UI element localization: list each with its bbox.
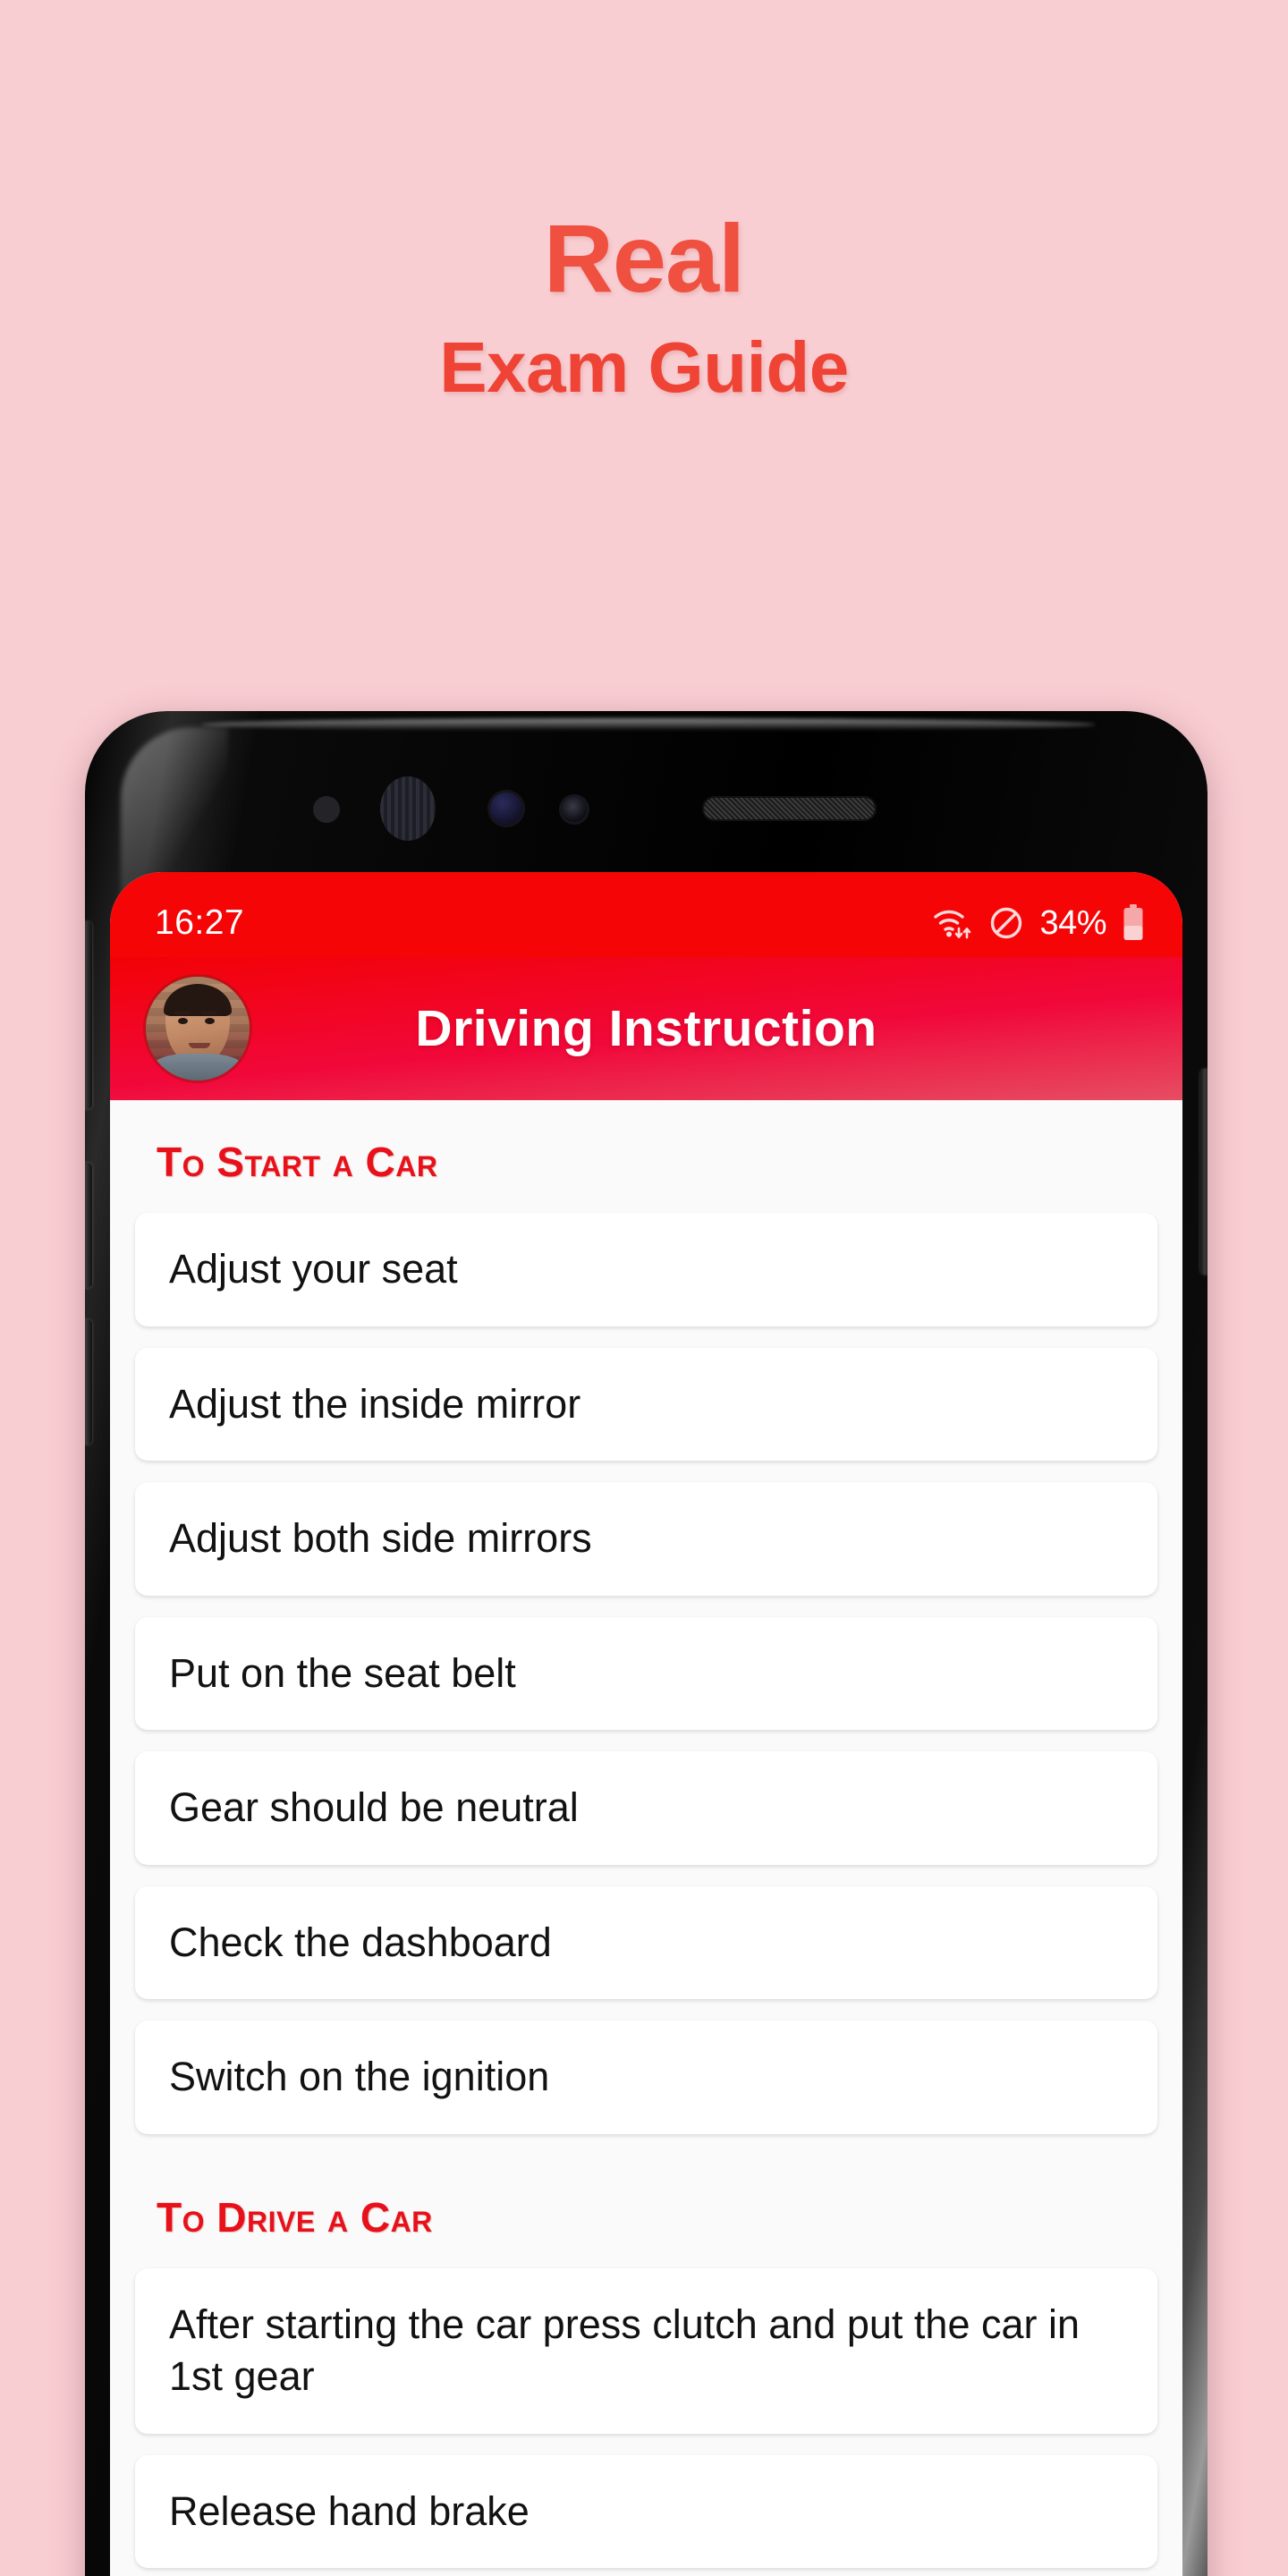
list-item[interactable]: Release hand brake [135,2454,1157,2568]
proximity-sensor-icon [313,796,340,823]
avatar-eye-left [178,1018,188,1024]
battery-percentage: 34% [1039,903,1106,942]
list-item-label: Release hand brake [169,2487,530,2534]
list-item[interactable]: Check the dashboard [135,1885,1157,1999]
avatar-eye-right [205,1018,215,1024]
avatar-brow-left [174,1011,191,1015]
status-bar: 16:27 34% [110,872,1182,957]
list-item[interactable]: Switch on the ignition [135,2021,1157,2134]
wifi-icon [932,905,973,941]
list-item-label: Adjust both side mirrors [169,1515,592,1561]
power-button[interactable] [1200,1069,1208,1275]
avatar-brow-right [201,1011,217,1015]
list-item-label: Adjust the inside mirror [169,1380,581,1427]
section-header-to-start-a-car: To Start a Car [157,1139,438,1185]
list-item[interactable]: Put on the seat belt [135,1616,1157,1730]
list-item-label: Check the dashboard [169,1919,552,1965]
list-item[interactable]: Adjust your seat [135,1213,1157,1326]
phone-mockup: 16:27 34% Driving Instruction To Start a… [85,711,1208,2576]
status-clock: 16:27 [155,903,245,942]
bezel-highlight [201,718,1096,731]
list-item-label: Adjust your seat [169,1246,458,1292]
earpiece-speaker-icon [702,796,877,821]
list-item-label: Put on the seat belt [169,1649,516,1696]
status-icon-group: 34% [932,903,1145,943]
battery-icon [1122,903,1145,943]
app-bar-title: Driving Instruction [415,1000,877,1057]
list-item-label: After starting the car press clutch and … [169,2301,1080,2400]
phone-screen: 16:27 34% Driving Instruction To Start a… [110,872,1182,2576]
avatar-shirt [153,1054,242,1080]
front-camera-icon [487,790,525,827]
secondary-sensor-icon [559,794,589,825]
promo-heading: Real Exam Guide [0,0,1288,698]
section-header-to-drive-a-car: To Drive a Car [157,2193,433,2241]
list-item[interactable]: Adjust the inside mirror [135,1347,1157,1461]
bixby-button[interactable] [85,921,92,1109]
volume-down-button[interactable] [85,1319,92,1445]
app-bar: Driving Instruction [110,957,1182,1100]
avatar-mouth [189,1043,210,1048]
list-item[interactable]: Gear should be neutral [135,1751,1157,1865]
list-item-label: Gear should be neutral [169,1784,579,1830]
iris-scanner-icon [380,776,436,841]
avatar[interactable] [146,977,250,1080]
list-item-label: Switch on the ignition [169,2054,550,2099]
instruction-list[interactable]: To Start a Car Adjust your seat Adjust t… [110,1100,1182,2576]
do-not-disturb-icon [988,905,1024,941]
volume-up-button[interactable] [85,1163,92,1288]
promo-title-line1: Real [543,204,745,312]
promo-title-line2: Exam Guide [439,327,849,407]
list-item[interactable]: After starting the car press clutch and … [135,2267,1157,2434]
list-item[interactable]: Adjust both side mirrors [135,1482,1157,1596]
